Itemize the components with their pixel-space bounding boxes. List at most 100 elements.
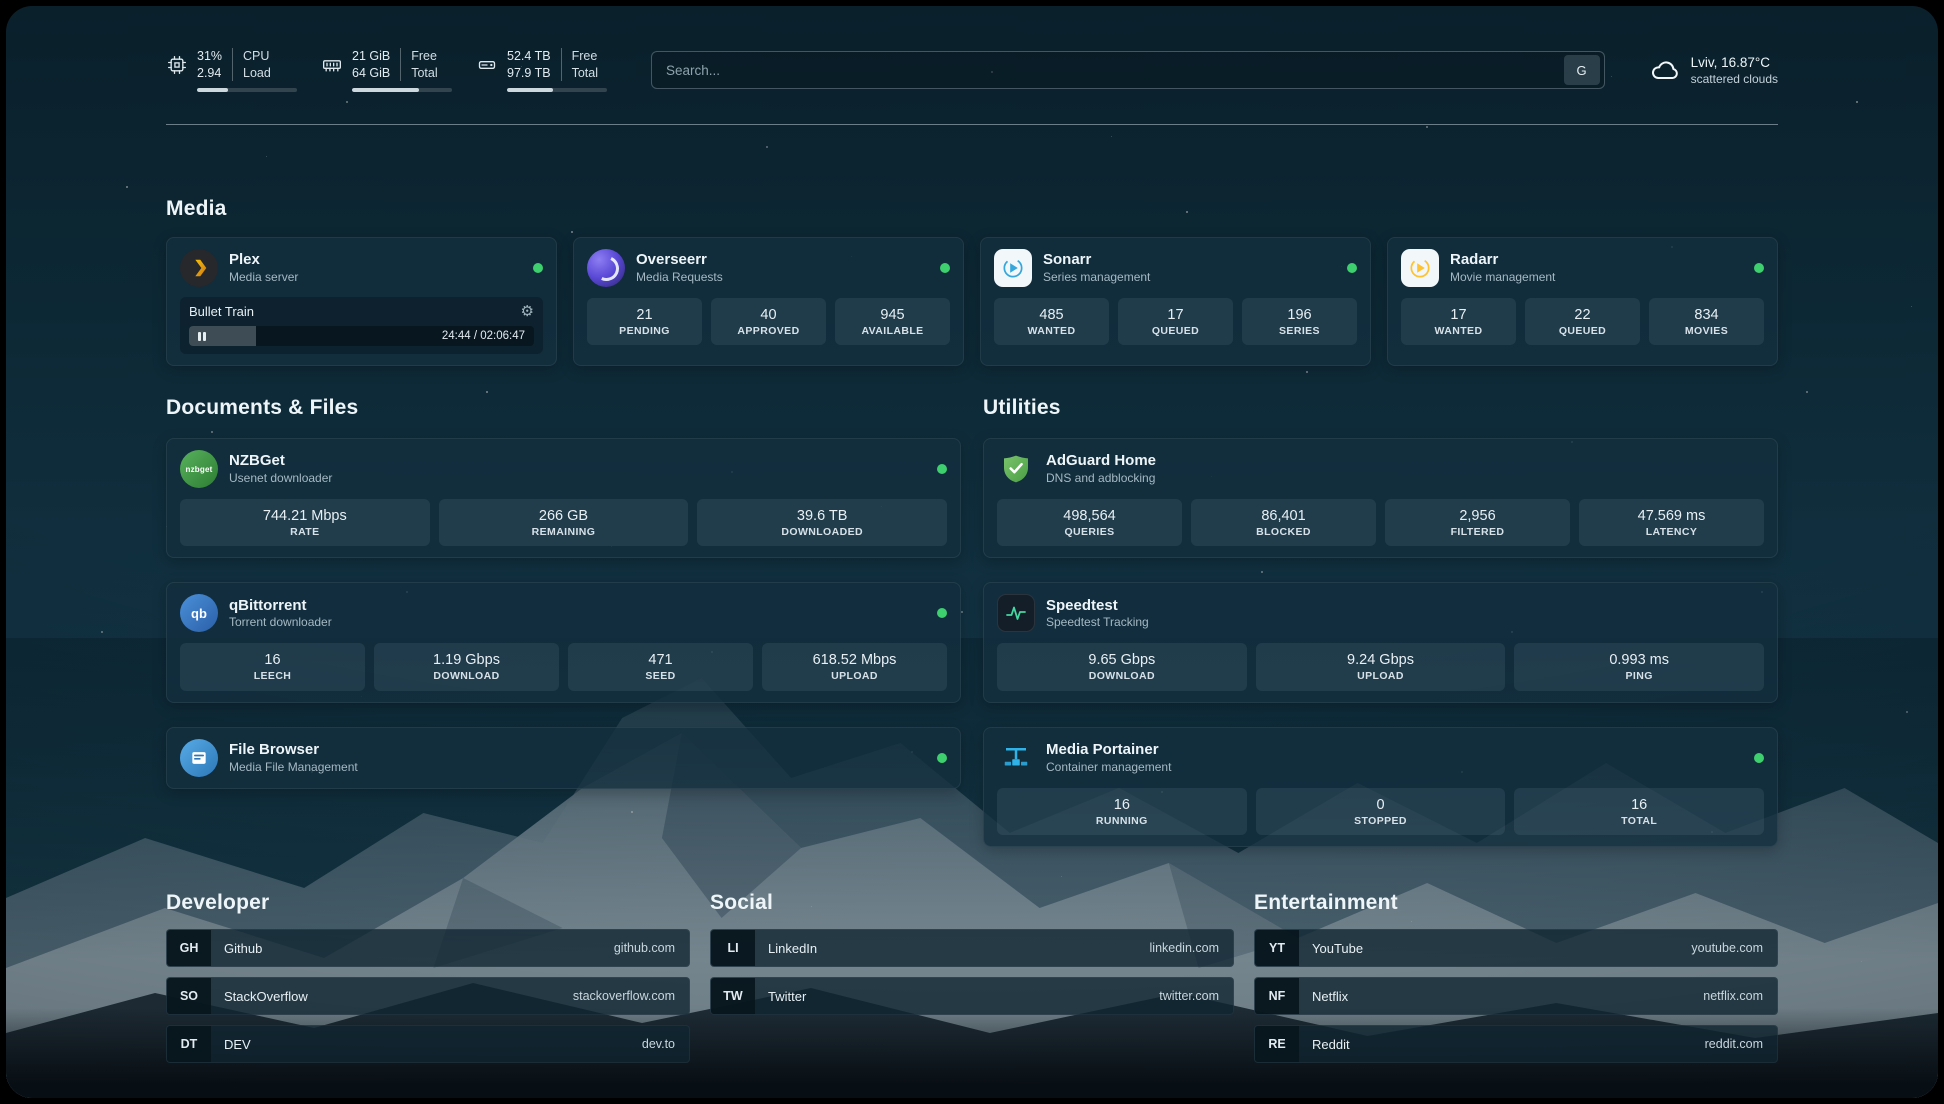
playback-progress-bar[interactable]: 24:44 / 02:06:47 [189, 326, 534, 346]
app-card-portainer[interactable]: Media Portainer Container management 16R… [983, 727, 1778, 847]
stat-movies: 834MOVIES [1649, 298, 1764, 345]
bookmark-reddit[interactable]: RE Reddit reddit.com [1254, 1025, 1778, 1063]
stat-filtered: 2,956FILTERED [1385, 499, 1570, 546]
memory-free-label: Free [411, 48, 437, 64]
status-dot [937, 753, 947, 763]
stat-stopped: 0STOPPED [1256, 788, 1506, 835]
storage-progress-bar [507, 88, 607, 92]
bookmark-url: youtube.com [1691, 941, 1763, 955]
app-name: Media Portainer [1046, 741, 1171, 760]
app-card-filebrowser[interactable]: File Browser Media File Management [166, 727, 961, 789]
memory-total-label: Total [411, 65, 437, 81]
bookmark-url: linkedin.com [1150, 941, 1219, 955]
stat-rate: 744.21 MbpsRATE [180, 499, 430, 546]
storage-progress-fill [507, 88, 553, 92]
screenshot-frame: 31% 2.94 CPU Load [0, 0, 1944, 1104]
utilities-section-title: Utilities [983, 396, 1778, 420]
bookmark-stackoverflow[interactable]: SO StackOverflow stackoverflow.com [166, 977, 690, 1015]
bookmark-dev[interactable]: DT DEV dev.to [166, 1025, 690, 1063]
app-card-qbittorrent[interactable]: qb qBittorrent Torrent downloader 16LEEC… [166, 582, 961, 702]
stat-series: 196SERIES [1242, 298, 1357, 345]
social-section-title: Social [710, 891, 1234, 915]
bookmark-url: netflix.com [1703, 989, 1763, 1003]
app-card-speedtest[interactable]: Speedtest Speedtest Tracking 9.65 GbpsDO… [983, 582, 1778, 702]
cpu-percent-value: 31% [197, 48, 222, 64]
stat-ping: 0.993 msPING [1514, 643, 1764, 690]
app-name: Speedtest [1046, 597, 1149, 616]
speedtest-icon [997, 594, 1035, 632]
portainer-icon [997, 739, 1035, 777]
section-utilities: Utilities AdGuard Home DNS and [983, 396, 1778, 847]
linkedin-abbr-icon: LI [711, 930, 755, 966]
status-dot [1347, 263, 1357, 273]
memory-total-value: 64 GiB [352, 65, 390, 81]
storage-free-label: Free [572, 48, 598, 64]
status-dot [940, 263, 950, 273]
stat-downloaded: 39.6 TBDOWNLOADED [697, 499, 947, 546]
stat-pending: 21PENDING [587, 298, 702, 345]
app-subtitle: Media Requests [636, 270, 723, 285]
dev-abbr-icon: DT [167, 1026, 211, 1062]
app-name: NZBGet [229, 452, 332, 471]
status-dot [937, 608, 947, 618]
stat-download: 9.65 GbpsDOWNLOAD [997, 643, 1247, 690]
memory-icon [321, 54, 343, 76]
reddit-abbr-icon: RE [1255, 1026, 1299, 1062]
adguard-icon [997, 450, 1035, 488]
app-card-nzbget[interactable]: nzbget NZBGet Usenet downloader 744.21 M… [166, 438, 961, 558]
weather-widget: Lviv, 16.87°C scattered clouds [1649, 54, 1778, 86]
app-subtitle: Speedtest Tracking [1046, 615, 1149, 630]
bookmark-url: reddit.com [1705, 1037, 1763, 1051]
cpu-load-value: 2.94 [197, 65, 222, 81]
app-card-overseerr[interactable]: Overseerr Media Requests 21PENDING 40APP… [573, 237, 964, 366]
bookmark-youtube[interactable]: YT YouTube youtube.com [1254, 929, 1778, 967]
app-card-sonarr[interactable]: Sonarr Series management 485WANTED 17QUE… [980, 237, 1371, 366]
plex-icon [180, 249, 218, 287]
search-bar[interactable]: G [651, 51, 1605, 89]
cloud-icon [1649, 54, 1681, 86]
stat-running: 16RUNNING [997, 788, 1247, 835]
stat-available: 945AVAILABLE [835, 298, 950, 345]
app-subtitle: Series management [1043, 270, 1150, 285]
app-subtitle: Usenet downloader [229, 471, 332, 486]
app-name: Sonarr [1043, 251, 1150, 270]
radarr-icon [1401, 249, 1439, 287]
status-dot [533, 263, 543, 273]
nzbget-icon: nzbget [180, 450, 218, 488]
cpu-progress-fill [197, 88, 228, 92]
bookmark-url: dev.to [642, 1037, 675, 1051]
entertainment-section-title: Entertainment [1254, 891, 1778, 915]
app-card-plex[interactable]: Plex Media server Bullet Train ⚙ [166, 237, 557, 366]
status-dot [1754, 753, 1764, 763]
bookmark-netflix[interactable]: NF Netflix netflix.com [1254, 977, 1778, 1015]
gear-icon[interactable]: ⚙ [521, 304, 534, 319]
cpu-icon [166, 54, 188, 76]
app-subtitle: Media server [229, 270, 298, 285]
sonarr-icon [994, 249, 1032, 287]
app-subtitle: DNS and adblocking [1046, 471, 1156, 486]
status-dot [937, 464, 947, 474]
memory-progress-fill [352, 88, 419, 92]
bookmark-github[interactable]: GH Github github.com [166, 929, 690, 967]
bookmark-linkedin[interactable]: LI LinkedIn linkedin.com [710, 929, 1234, 967]
stat-download: 1.19 GbpsDOWNLOAD [374, 643, 559, 690]
search-engine-button[interactable]: G [1564, 55, 1600, 85]
snow-particles-faint [6, 6, 7, 7]
memory-metric: 21 GiB 64 GiB Free Total [321, 48, 452, 92]
app-subtitle: Container management [1046, 760, 1171, 775]
stat-wanted: 17WANTED [1401, 298, 1516, 345]
app-name: qBittorrent [229, 597, 332, 616]
app-name: File Browser [229, 741, 358, 760]
app-card-adguard[interactable]: AdGuard Home DNS and adblocking 498,564Q… [983, 438, 1778, 558]
app-card-radarr[interactable]: Radarr Movie management 17WANTED 22QUEUE… [1387, 237, 1778, 366]
cpu-progress-bar [197, 88, 297, 92]
section-developer: Developer GH Github github.com SO StackO… [166, 891, 690, 1073]
pause-icon [198, 332, 206, 341]
cpu-metric: 31% 2.94 CPU Load [166, 48, 297, 92]
system-metrics: 31% 2.94 CPU Load [166, 48, 607, 92]
netflix-abbr-icon: NF [1255, 978, 1299, 1014]
bookmark-twitter[interactable]: TW Twitter twitter.com [710, 977, 1234, 1015]
github-abbr-icon: GH [167, 930, 211, 966]
search-input[interactable] [666, 63, 1556, 78]
app-subtitle: Torrent downloader [229, 615, 332, 630]
